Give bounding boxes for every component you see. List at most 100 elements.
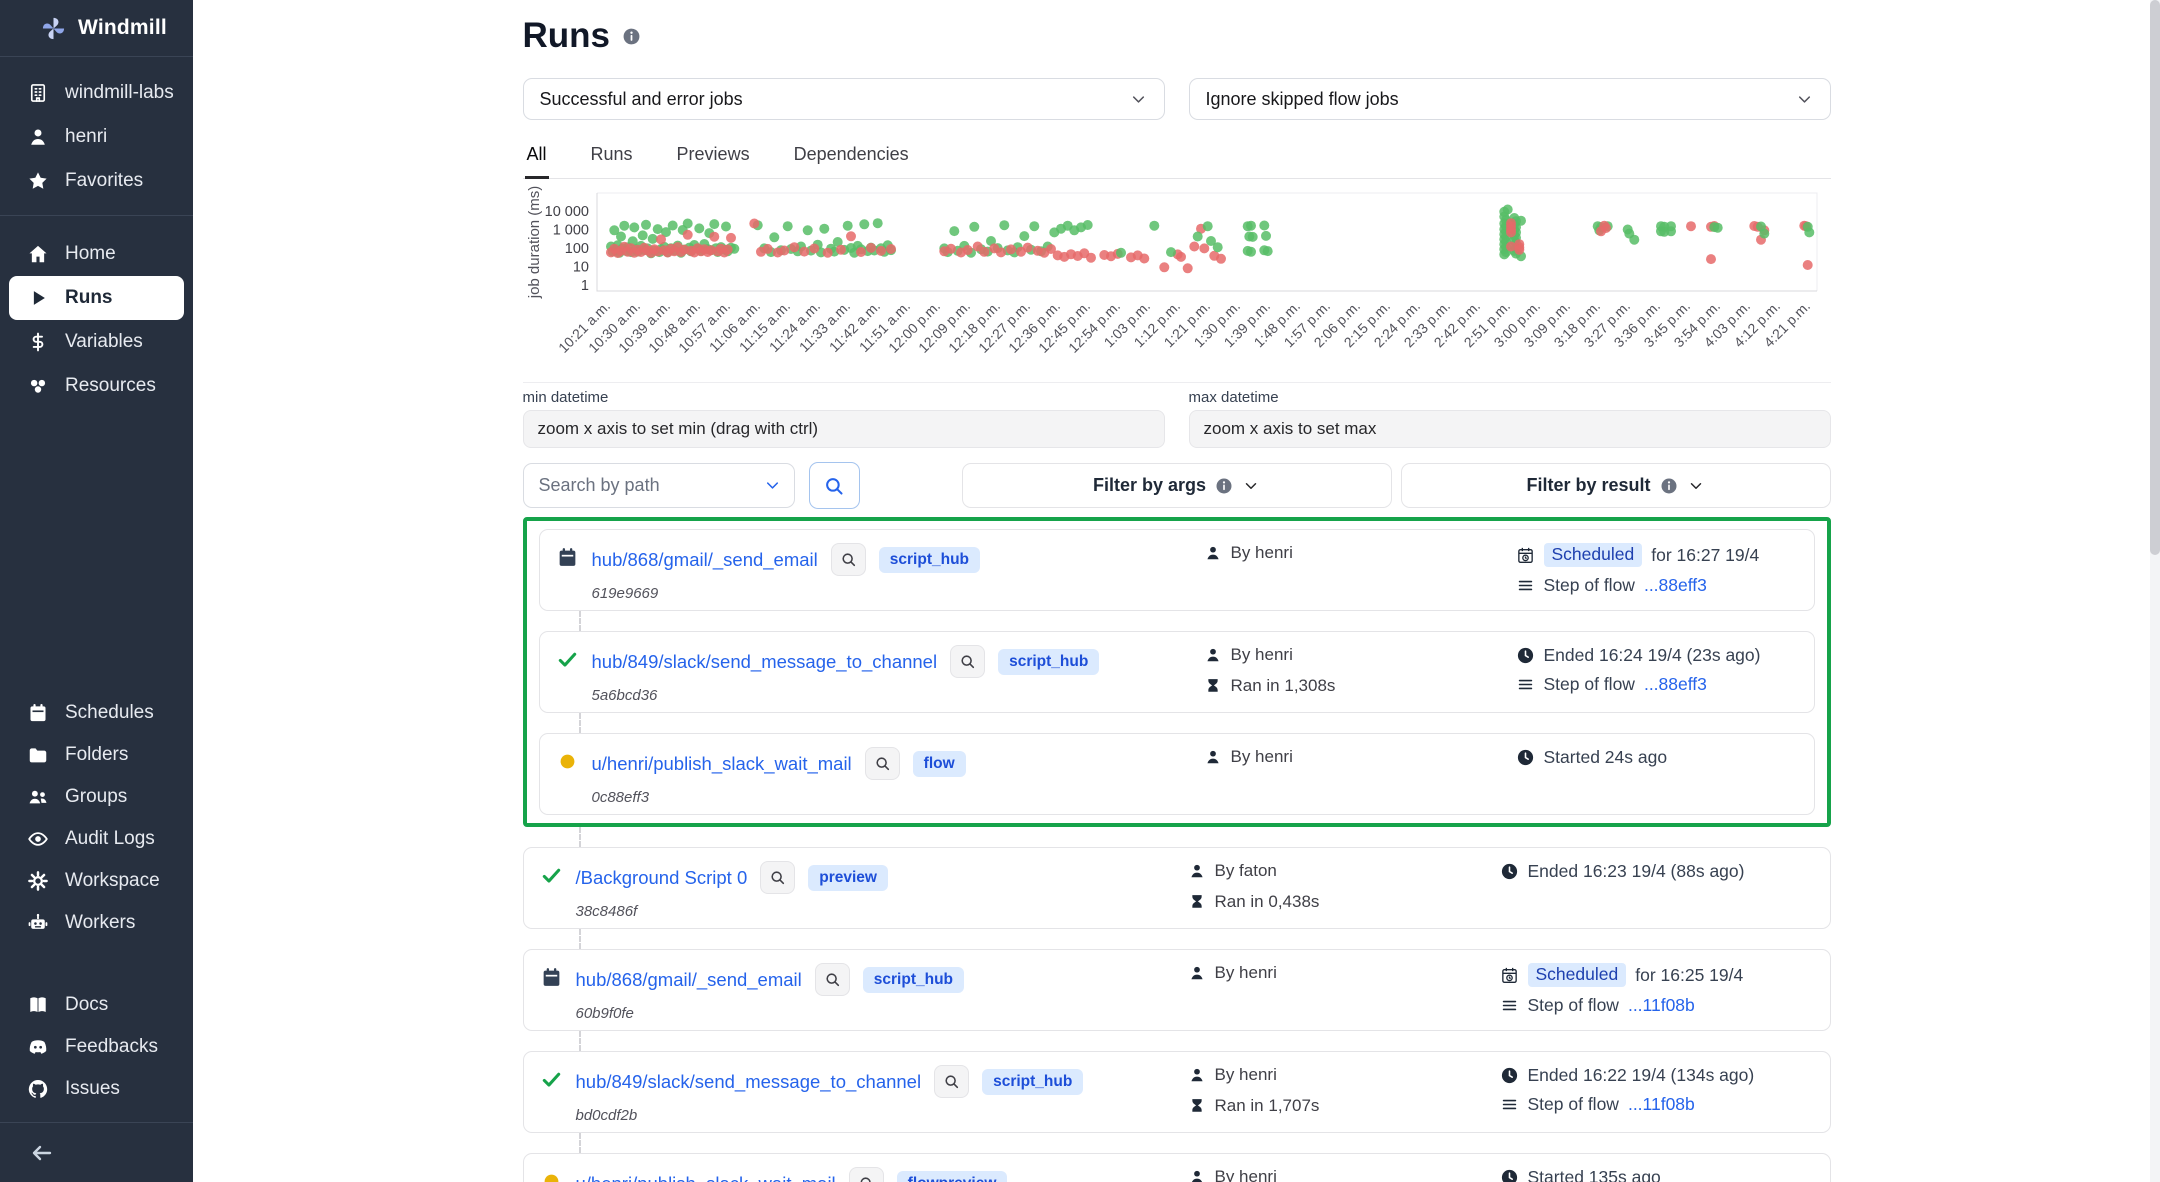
sidebar-item-schedules[interactable]: Schedules [0, 692, 193, 734]
hourglass-icon [1204, 677, 1222, 695]
run-status-line: Started 135s ago [1500, 1167, 1830, 1182]
run-path-link[interactable]: hub/868/gmail/_send_email [576, 969, 802, 991]
tab-previews[interactable]: Previews [675, 138, 752, 178]
robot-icon [27, 912, 49, 934]
run-connector [579, 929, 581, 949]
run-path-link[interactable]: hub/849/slack/send_message_to_channel [576, 1071, 922, 1093]
sidebar-item-variables[interactable]: Variables [0, 320, 193, 364]
sidebar-item-workers[interactable]: Workers [0, 902, 193, 944]
min-datetime-label: min datetime [523, 389, 1165, 406]
sidebar-item-folders[interactable]: Folders [0, 734, 193, 776]
sidebar-item-issues[interactable]: Issues [0, 1068, 193, 1110]
filter-by-args-button[interactable]: Filter by args [962, 463, 1392, 508]
info-icon[interactable] [622, 27, 641, 46]
sidebar-item-label: Workspace [65, 870, 160, 892]
user-icon [1188, 1168, 1206, 1182]
chevron-down-icon [1129, 90, 1148, 109]
user-icon [1188, 1066, 1206, 1084]
job-status-filter-value: Successful and error jobs [540, 89, 743, 110]
run-kind-badge: flowpreview [897, 1171, 1008, 1182]
sidebar-collapse[interactable] [0, 1122, 193, 1182]
sidebar-item-windmill-labs[interactable]: windmill-labs [0, 71, 193, 115]
run-card[interactable]: hub/849/slack/send_message_to_channel sc… [539, 631, 1815, 713]
flow-id-link[interactable]: ...88eff3 [1644, 674, 1707, 695]
user-icon [1204, 544, 1222, 562]
run-author: By henri [1215, 963, 1277, 983]
sidebar-item-label: henri [65, 126, 107, 148]
vertical-scrollbar[interactable] [2150, 0, 2160, 1182]
run-status-line: Step of flow ...88eff3 [1516, 674, 1814, 695]
hourglass-icon [1188, 893, 1206, 911]
sidebar-item-favorites[interactable]: Favorites [0, 159, 193, 203]
run-author: By faton [1215, 861, 1277, 881]
run-card[interactable]: u/henri/publish_slack_wait_mail flow 0c8… [539, 733, 1815, 815]
run-status-line: Step of flow ...88eff3 [1516, 575, 1814, 596]
run-lookup-button[interactable] [831, 543, 866, 576]
run-lookup-button[interactable] [849, 1167, 884, 1182]
run-lookup-button[interactable] [815, 963, 850, 996]
run-card[interactable]: /Background Script 0 preview 38c8486f By… [523, 847, 1831, 929]
chevron-down-icon [1795, 90, 1814, 109]
run-path-link[interactable]: /Background Script 0 [576, 867, 748, 889]
run-card[interactable]: u/henri/publish_slack_wait_mail flowprev… [523, 1153, 1831, 1182]
run-lookup-button[interactable] [760, 861, 795, 894]
scrollbar-thumb[interactable] [2150, 0, 2160, 555]
run-id: bd0cdf2b [576, 1107, 1084, 1124]
filter-by-result-button[interactable]: Filter by result [1401, 463, 1831, 508]
app-brand-label: Windmill [78, 16, 167, 40]
run-status-line: Step of flow ...11f08b [1500, 995, 1830, 1016]
min-datetime-input[interactable] [523, 410, 1165, 448]
sidebar-item-feedbacks[interactable]: Feedbacks [0, 1026, 193, 1068]
sidebar-item-audit-logs[interactable]: Audit Logs [0, 818, 193, 860]
flow-id-link[interactable]: ...11f08b [1628, 995, 1695, 1016]
skipped-flow-filter-select[interactable]: Ignore skipped flow jobs [1189, 78, 1831, 120]
run-card[interactable]: hub/849/slack/send_message_to_channel sc… [523, 1051, 1831, 1133]
sidebar-item-home[interactable]: Home [0, 232, 193, 276]
run-status-text: Ended 16:22 19/4 (134s ago) [1528, 1065, 1755, 1086]
run-path-link[interactable]: hub/868/gmail/_send_email [592, 549, 818, 571]
clock-icon [1500, 1066, 1519, 1085]
sidebar-item-runs[interactable]: Runs [9, 276, 184, 320]
flow-id-link[interactable]: ...88eff3 [1644, 575, 1707, 596]
chevron-down-icon [1687, 477, 1705, 495]
tab-dependencies[interactable]: Dependencies [792, 138, 911, 178]
run-lookup-button[interactable] [950, 645, 985, 678]
filter-by-args-label: Filter by args [1093, 475, 1206, 496]
flow-id-link[interactable]: ...11f08b [1628, 1094, 1695, 1115]
run-path-link[interactable]: hub/849/slack/send_message_to_channel [592, 651, 938, 673]
sidebar-item-resources[interactable]: Resources [0, 364, 193, 408]
run-path-link[interactable]: u/henri/publish_slack_wait_mail [576, 1173, 836, 1182]
job-status-filter-select[interactable]: Successful and error jobs [523, 78, 1165, 120]
filter-by-result-label: Filter by result [1526, 475, 1650, 496]
svg-text:1 000: 1 000 [552, 223, 588, 239]
search-button[interactable] [809, 462, 860, 509]
sidebar-item-docs[interactable]: Docs [0, 984, 193, 1026]
tab-all[interactable]: All [525, 138, 549, 179]
run-id: 60b9f0fe [576, 1005, 965, 1022]
main-area: Runs Successful and error jobs Ignore sk… [193, 0, 2160, 1182]
run-id: 5a6bcd36 [592, 687, 1100, 704]
run-lookup-button[interactable] [934, 1065, 969, 1098]
run-path-link[interactable]: u/henri/publish_slack_wait_mail [592, 753, 852, 775]
sidebar-admin-group: SchedulesFoldersGroupsAudit Logs Workspac… [0, 692, 193, 944]
sidebar-item-groups[interactable]: Groups [0, 776, 193, 818]
run-connector [579, 713, 581, 733]
run-card[interactable]: hub/868/gmail/_send_email script_hub 60b… [523, 949, 1831, 1031]
user-icon [27, 126, 49, 148]
sidebar-item-workspace[interactable]: Workspace [0, 860, 193, 902]
clock-icon [1516, 748, 1535, 767]
run-id: 38c8486f [576, 903, 888, 920]
run-card[interactable]: hub/868/gmail/_send_email script_hub 619… [539, 529, 1815, 611]
max-datetime-input[interactable] [1189, 410, 1831, 448]
job-duration-chart[interactable]: job duration (ms)1101001 00010 00010:21 … [523, 179, 1831, 383]
tab-runs[interactable]: Runs [589, 138, 635, 178]
sidebar-item-label: Resources [65, 375, 156, 397]
run-lookup-button[interactable] [865, 747, 900, 780]
sidebar-item-henri[interactable]: henri [0, 115, 193, 159]
search-icon [858, 1175, 875, 1182]
search-by-path-input[interactable] [523, 463, 795, 508]
clock-icon [1516, 646, 1535, 665]
app-brand[interactable]: Windmill [0, 0, 193, 56]
run-connector [579, 827, 581, 847]
run-status-line: Step of flow ...11f08b [1500, 1094, 1830, 1115]
